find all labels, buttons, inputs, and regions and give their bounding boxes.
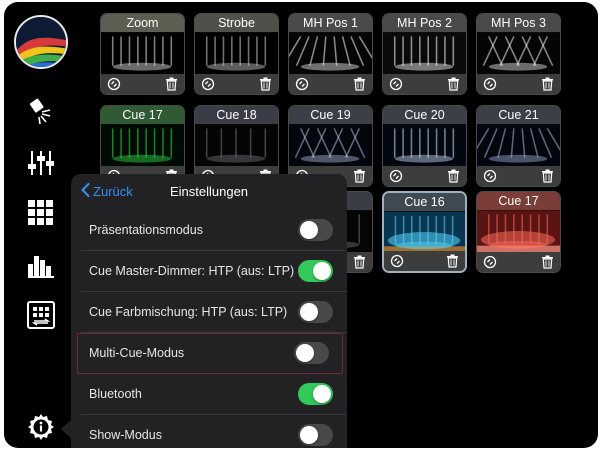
cue-preview-image bbox=[101, 124, 184, 168]
cue-preview-image bbox=[289, 124, 372, 168]
cue-list-icon[interactable] bbox=[22, 296, 60, 334]
cue-tile-toolbar bbox=[383, 74, 466, 94]
cue-tile[interactable]: MH Pos 2 bbox=[382, 13, 467, 95]
popover-title: Einstellungen bbox=[169, 184, 249, 199]
cue-tile-title: MH Pos 3 bbox=[477, 14, 560, 32]
settings-list: Präsentationsmodus Cue Master-Dimmer: HT… bbox=[77, 210, 347, 448]
cue-tile-title: MH Pos 2 bbox=[383, 14, 466, 32]
cue-settings-icon[interactable] bbox=[390, 254, 404, 268]
setting-label: Multi-Cue-Modus bbox=[89, 346, 185, 360]
cue-tile-toolbar bbox=[477, 252, 560, 272]
cue-preview-image bbox=[101, 32, 184, 76]
toggle-knob bbox=[313, 262, 331, 280]
setting-label: Show-Modus bbox=[89, 428, 162, 442]
trash-icon[interactable] bbox=[446, 254, 459, 268]
cue-tile-toolbar bbox=[101, 74, 184, 94]
grid-icon[interactable] bbox=[22, 194, 60, 232]
cue-settings-icon[interactable] bbox=[295, 77, 309, 91]
farbmischung-toggle[interactable] bbox=[298, 301, 333, 323]
cue-tile-toolbar bbox=[289, 74, 372, 94]
cue-preview-image bbox=[477, 32, 560, 76]
cue-tile-toolbar bbox=[477, 74, 560, 94]
setting-row-praesentationsmodus: Präsentationsmodus bbox=[81, 210, 347, 251]
trash-icon[interactable] bbox=[353, 77, 366, 91]
trash-icon[interactable] bbox=[447, 169, 460, 183]
cue-settings-icon[interactable] bbox=[201, 77, 215, 91]
cue-preview-image bbox=[384, 212, 465, 254]
cue-tile-title: Cue 19 bbox=[289, 106, 372, 124]
cue-tile-title: Cue 18 bbox=[195, 106, 278, 124]
trash-icon[interactable] bbox=[259, 77, 272, 91]
settings-popover: Zurück Einstellungen Präsentationsmodus … bbox=[71, 174, 347, 448]
bluetooth-toggle[interactable] bbox=[298, 383, 333, 405]
setting-row-show-modus: Show-Modus bbox=[81, 415, 347, 448]
cue-tile-title: Zoom bbox=[101, 14, 184, 32]
cue-tile-toolbar bbox=[195, 74, 278, 94]
setting-row-master-dimmer: Cue Master-Dimmer: HTP (aus: LTP) bbox=[81, 251, 347, 292]
app-window: Zoom Strobe MH Pos 1 MH Pos 2 MH Pos 3 Cue 17… bbox=[4, 2, 598, 448]
cue-tile-title: Strobe bbox=[195, 14, 278, 32]
cue-settings-icon[interactable] bbox=[483, 169, 497, 183]
toggle-knob bbox=[313, 385, 331, 403]
popover-header: Zurück Einstellungen bbox=[71, 174, 347, 210]
setting-row-multi-cue: Multi-Cue-Modus bbox=[77, 333, 343, 374]
cue-tile-title: Cue 17 bbox=[101, 106, 184, 124]
trash-icon[interactable] bbox=[447, 77, 460, 91]
show-modus-toggle[interactable] bbox=[298, 424, 333, 446]
master-dimmer-toggle[interactable] bbox=[298, 260, 333, 282]
toggle-knob bbox=[300, 303, 318, 321]
cue-tile-toolbar bbox=[477, 166, 560, 186]
setting-label: Cue Master-Dimmer: HTP (aus: LTP) bbox=[89, 264, 295, 278]
cue-tile-title: Cue 21 bbox=[477, 106, 560, 124]
setting-row-farbmischung: Cue Farbmischung: HTP (aus: LTP) bbox=[81, 292, 347, 333]
cue-settings-icon[interactable] bbox=[389, 169, 403, 183]
cue-tile[interactable]: Cue 16 bbox=[382, 191, 467, 273]
cue-tile-toolbar bbox=[383, 166, 466, 186]
logo-icon[interactable] bbox=[14, 15, 68, 69]
cue-preview-image bbox=[195, 124, 278, 168]
praesentationsmodus-toggle[interactable] bbox=[298, 219, 333, 241]
cue-tile[interactable]: Cue 20 bbox=[382, 105, 467, 187]
cue-tile-title: Cue 20 bbox=[383, 106, 466, 124]
cue-tile-title: Cue 16 bbox=[384, 193, 465, 211]
cue-tile[interactable]: MH Pos 3 bbox=[476, 13, 561, 95]
cue-settings-icon[interactable] bbox=[483, 77, 497, 91]
cue-tile-title: Cue 17 bbox=[477, 192, 560, 210]
toggle-knob bbox=[300, 221, 318, 239]
trash-icon[interactable] bbox=[353, 169, 366, 183]
setting-label: Bluetooth bbox=[89, 387, 142, 401]
toggle-knob bbox=[296, 344, 314, 362]
setting-row-bluetooth: Bluetooth bbox=[81, 374, 347, 415]
cue-preview-image bbox=[383, 32, 466, 76]
cue-preview-image bbox=[289, 32, 372, 76]
cue-tile-title: MH Pos 1 bbox=[289, 14, 372, 32]
cue-preview-image bbox=[195, 32, 278, 76]
trash-icon[interactable] bbox=[541, 77, 554, 91]
cue-tile[interactable]: Zoom bbox=[100, 13, 185, 95]
trash-icon[interactable] bbox=[165, 77, 178, 91]
settings-info-icon[interactable] bbox=[22, 408, 60, 446]
setting-label: Präsentationsmodus bbox=[89, 223, 203, 237]
trash-icon[interactable] bbox=[541, 169, 554, 183]
cue-settings-icon[interactable] bbox=[107, 77, 121, 91]
setting-label: Cue Farbmischung: HTP (aus: LTP) bbox=[89, 305, 288, 319]
multi-cue-toggle[interactable] bbox=[294, 342, 329, 364]
cue-settings-icon[interactable] bbox=[389, 77, 403, 91]
toggle-knob bbox=[300, 426, 318, 444]
cue-preview-image bbox=[477, 124, 560, 168]
trash-icon[interactable] bbox=[353, 255, 366, 269]
equalizer-icon[interactable] bbox=[22, 246, 60, 284]
cue-tile[interactable]: MH Pos 1 bbox=[288, 13, 373, 95]
cue-tile[interactable]: Strobe bbox=[194, 13, 279, 95]
cue-tile[interactable]: Cue 17 bbox=[476, 191, 561, 273]
spotlight-icon[interactable] bbox=[22, 92, 60, 130]
cue-preview-image bbox=[477, 210, 560, 254]
cue-settings-icon[interactable] bbox=[483, 255, 497, 269]
cue-preview-image bbox=[383, 124, 466, 168]
cue-tile[interactable]: Cue 21 bbox=[476, 105, 561, 187]
sliders-icon[interactable] bbox=[22, 144, 60, 182]
trash-icon[interactable] bbox=[541, 255, 554, 269]
cue-tile-toolbar bbox=[384, 251, 465, 271]
